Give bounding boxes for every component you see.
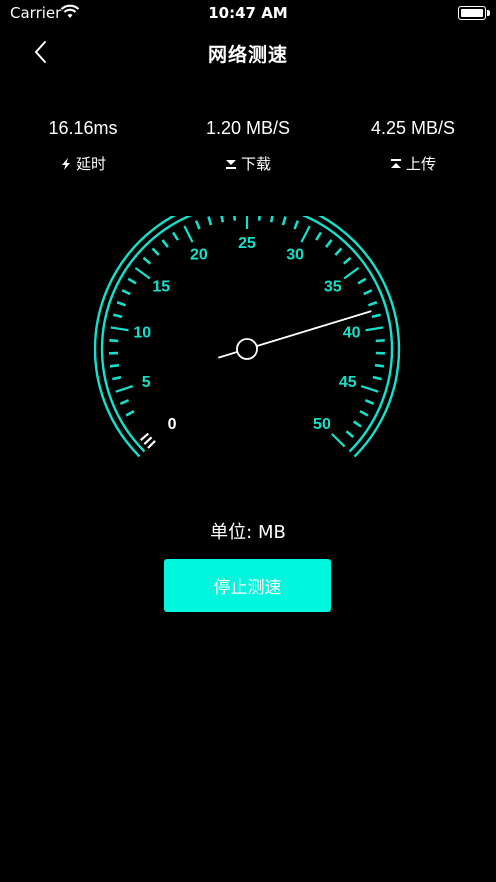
gauge-tick-label: 0: [168, 416, 177, 433]
gauge-tick: [151, 247, 160, 256]
gauge-tick-label: 10: [133, 324, 151, 341]
upload-icon: [390, 158, 401, 168]
gauge-tick: [315, 231, 323, 241]
gauge-tick: [342, 256, 352, 265]
gauge-tick: [281, 216, 287, 226]
gauge-tick: [142, 256, 152, 265]
gauge-tick-label: 50: [313, 416, 331, 433]
gauge-tick: [372, 375, 382, 381]
gauge-tick: [371, 313, 381, 319]
gauge-tick: [357, 277, 367, 285]
status-bar: Carrier 10:47 AM: [0, 0, 496, 26]
gauge-tick: [220, 216, 225, 223]
gauge-tick-label: 45: [339, 374, 357, 391]
page-title: 网络测速: [207, 44, 288, 66]
gauge-tick: [257, 216, 261, 221]
gauge-tick: [374, 363, 385, 368]
stop-test-button[interactable]: 停止测速: [164, 559, 331, 612]
gauge-tick: [360, 385, 379, 393]
clock: 10:47 AM: [208, 4, 288, 22]
gauge-tick: [367, 301, 378, 307]
unit-label: 单位: MB: [210, 522, 286, 543]
gauge-tick-label: 30: [286, 247, 304, 264]
upload-label: 上传: [405, 155, 436, 173]
gauge-tick: [115, 385, 134, 393]
gauge-hub: [236, 338, 258, 360]
download-metric: 1.20 MB/S 下载: [168, 118, 328, 174]
gauge-tick: [352, 420, 362, 428]
gauge-tick-label: 15: [152, 279, 170, 296]
gauge-zero-mark: [147, 440, 156, 449]
gauge-zero-mark: [143, 436, 153, 445]
gauge-tick-label: 25: [238, 235, 256, 252]
gauge-tick: [127, 277, 137, 285]
gauge-zero-mark: [139, 432, 150, 441]
gauge-tick: [116, 301, 127, 307]
gauge-tick: [365, 326, 384, 332]
gauge-tick: [293, 220, 300, 230]
gauge-tick: [121, 289, 131, 296]
gauge-tick: [112, 375, 122, 381]
gauge-tick: [207, 216, 213, 226]
gauge-tick: [364, 399, 375, 405]
gauge-tick: [233, 216, 237, 221]
gauge-tick: [269, 216, 274, 223]
gauge-tick: [113, 313, 123, 319]
gauge-tick: [363, 289, 373, 296]
nav-bar: 网络测速: [0, 30, 496, 74]
gauge-tick: [110, 326, 129, 332]
gauge-tick-label: 20: [190, 247, 208, 264]
gauge-tick-label: 35: [324, 279, 342, 296]
gauge-tick: [375, 339, 385, 343]
gauge-tick: [334, 247, 343, 256]
battery-icon: [458, 6, 490, 20]
gauge-tick: [119, 399, 130, 405]
gauge-tick: [331, 433, 346, 448]
gauge-tick: [343, 266, 360, 280]
gauge-tick: [109, 363, 120, 368]
latency-metric: 16.16ms 延时: [3, 118, 163, 174]
download-label: 下载: [240, 155, 271, 173]
gauge-tick-label: 5: [142, 374, 151, 391]
download-icon: [225, 159, 236, 169]
gauge-tick-label: 40: [343, 324, 361, 341]
gauge-tick: [171, 231, 179, 241]
gauge-tick: [183, 225, 194, 243]
gauge-tick: [345, 430, 355, 438]
gauge-tick: [125, 410, 135, 417]
upload-value: 4.25 MB/S: [370, 118, 456, 138]
gauge-tick: [194, 220, 201, 230]
latency-value: 16.16ms: [48, 118, 118, 138]
latency-label: 延时: [75, 155, 106, 173]
gauge-tick: [359, 410, 369, 417]
gauge-tick: [325, 239, 333, 248]
upload-metric: 4.25 MB/S 上传: [333, 118, 493, 174]
download-value: 1.20 MB/S: [205, 118, 291, 138]
gauge-needle-tail: [218, 351, 238, 359]
gauge-tick: [161, 239, 169, 248]
gauge-tick: [109, 339, 119, 343]
speed-gauge: 0 5 10 15 20 25 30 35 40 45 50: [94, 216, 401, 458]
gauge-tick: [134, 266, 151, 280]
bolt-icon: [61, 157, 70, 170]
gauge-tick: [300, 225, 311, 243]
